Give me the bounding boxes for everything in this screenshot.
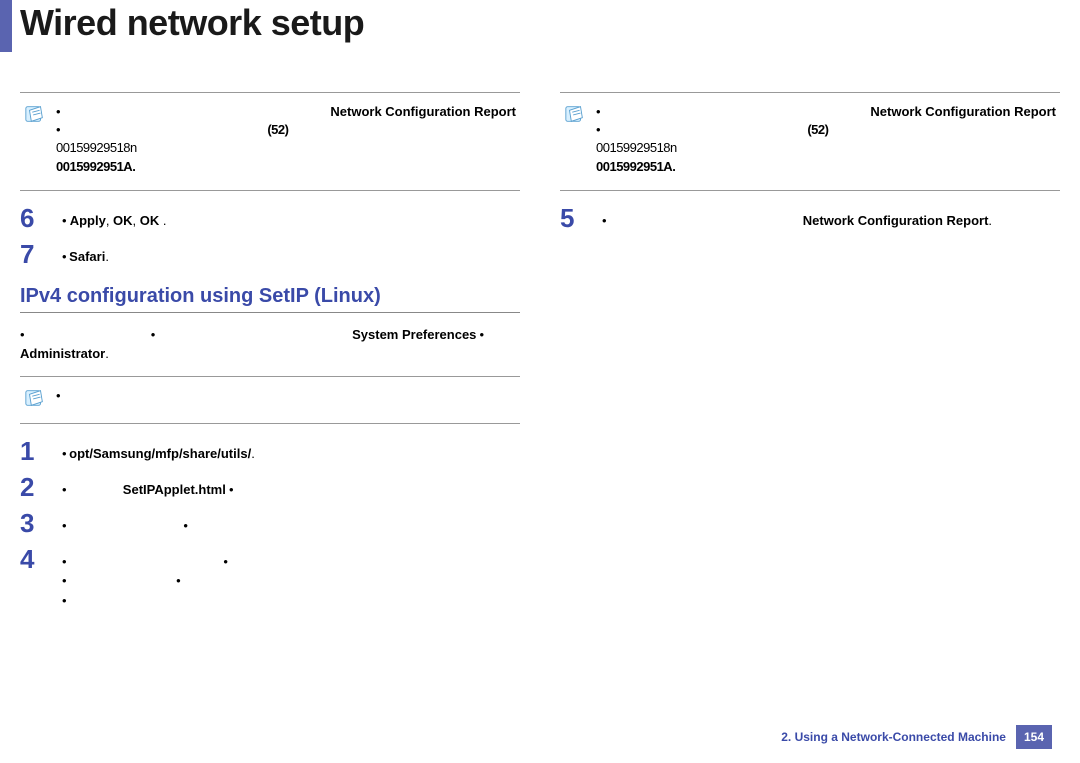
note-text-2: • <box>596 122 600 137</box>
note-bold: Network Configuration Report <box>870 104 1056 119</box>
note-body: • Network Configuration Report • (52) 00… <box>596 103 1056 176</box>
right-column: • Network Configuration Report • (52) 00… <box>560 92 1060 620</box>
note-text: • <box>56 104 60 119</box>
page-title: Wired network setup <box>20 2 364 44</box>
intro-paragraph: • • System Preferences • Administrator. <box>20 325 520 364</box>
step-number: 7 <box>20 241 48 267</box>
left-column: • Network Configuration Report • (52) 00… <box>20 92 520 620</box>
note-mac-1: 00159929518n <box>56 140 137 155</box>
header-tab-accent <box>0 0 12 52</box>
note-text: • <box>596 104 600 119</box>
note-body: • Network Configuration Report • (52) 00… <box>56 103 516 176</box>
step-number: 2 <box>20 474 48 500</box>
content-columns: • Network Configuration Report • (52) 00… <box>20 92 1060 620</box>
step-text: • opt/Samsung/mfp/share/utils/. <box>62 438 520 464</box>
step-3: 3 • • <box>20 510 520 536</box>
note-box-mac-address-right: • Network Configuration Report • (52) 00… <box>560 92 1060 191</box>
note-box-linux: • <box>20 376 520 424</box>
step-number: 5 <box>560 205 588 231</box>
section-heading-linux: IPv4 configuration using SetIP (Linux) <box>20 285 520 313</box>
step-4: 4 • • •• • <box>20 546 520 611</box>
step-text: • Network Configuration Report. <box>602 205 1060 231</box>
step-2: 2 • SetIPApplet.html • <box>20 474 520 500</box>
step-text: • Safari. <box>62 241 520 267</box>
note-icon <box>24 387 46 409</box>
note-text: • <box>56 388 60 403</box>
step-6: 6 • Apply, OK, OK . <box>20 205 520 231</box>
step-text: • Apply, OK, OK . <box>62 205 520 231</box>
note-mac-2: 0015992951A. <box>56 159 135 174</box>
footer-chapter: 2. Using a Network-Connected Machine <box>781 730 1006 744</box>
note-icon <box>24 103 46 125</box>
note-box-mac-address: • Network Configuration Report • (52) 00… <box>20 92 520 191</box>
step-7: 7 • Safari. <box>20 241 520 267</box>
note-text-3: (52) <box>267 122 288 137</box>
step-5: 5 • Network Configuration Report. <box>560 205 1060 231</box>
page-footer: 2. Using a Network-Connected Machine 154 <box>781 725 1052 749</box>
step-text: • • •• • <box>62 546 520 611</box>
footer-page-number: 154 <box>1016 725 1052 749</box>
note-bold: Network Configuration Report <box>330 104 516 119</box>
note-text-3: (52) <box>807 122 828 137</box>
note-icon <box>564 103 586 125</box>
note-mac-1: 00159929518n <box>596 140 677 155</box>
step-1: 1 • opt/Samsung/mfp/share/utils/. <box>20 438 520 464</box>
step-number: 4 <box>20 546 48 572</box>
step-number: 6 <box>20 205 48 231</box>
step-number: 1 <box>20 438 48 464</box>
note-text-2: • <box>56 122 60 137</box>
note-mac-2: 0015992951A. <box>596 159 675 174</box>
step-number: 3 <box>20 510 48 536</box>
step-text: • SetIPApplet.html • <box>62 474 520 500</box>
step-text: • • <box>62 510 520 536</box>
note-body: • <box>56 387 516 409</box>
